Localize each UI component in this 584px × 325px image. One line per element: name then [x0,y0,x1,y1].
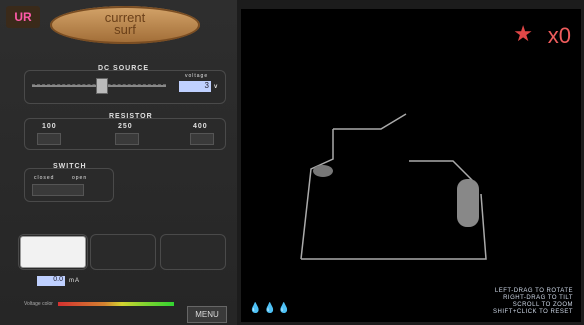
resistor-100-label: 100 [42,123,57,130]
circuit-svg [300,113,487,260]
voltage-label: voltage [185,73,209,79]
switch-title: SWITCH [53,163,87,170]
help-line-1: LEFT-DRAG TO ROTATE [494,288,573,294]
resistor-250-button[interactable] [115,133,139,145]
title-surfboard: current surf [50,6,200,44]
voltage-input[interactable]: 3 [179,81,211,92]
help-line-3: SCROLL TO ZOOM [512,302,573,308]
menu-button[interactable]: MENU [187,306,227,323]
wire-left [300,129,334,260]
voltage-color-label: Voltage color [24,301,53,307]
lives-icons: 💧💧💧 [249,303,293,314]
dc-source-title: DC SOURCE [98,65,150,72]
app-logo: UR [6,6,40,28]
controls-help: LEFT-DRAG TO ROTATE RIGHT-DRAG TO TILT S… [493,288,573,316]
help-line-2: RIGHT-DRAG TO TILT [503,295,573,301]
meter-slot-3 [160,234,226,270]
switch-toggle[interactable] [32,184,84,196]
ammeter-reading: 0.0 [37,276,65,286]
ammeter-gauge [20,236,86,268]
starfish-count: x0 [547,23,571,48]
ammeter-unit: mA [69,278,80,284]
switch-open-label: open [72,175,88,181]
resistor-250-label: 250 [118,123,133,130]
battery-shape [313,165,333,177]
meter-slot-2 [90,234,156,270]
voltage-slider[interactable] [32,78,166,94]
resistor-100-button[interactable] [37,133,61,145]
resistor-400-label: 400 [193,123,208,130]
title-line-2: surf [114,22,136,37]
wire-top [333,113,407,130]
voltage-unit: v [214,84,219,90]
switch-closed-label: closed [34,175,55,181]
slider-thumb[interactable] [96,78,108,94]
starfish-icon: ★ [513,21,533,46]
resistor-400-button[interactable] [190,133,214,145]
help-line-4: SHIFT+CLICK TO RESET [493,309,573,315]
control-panel: UR current surf DC SOURCE voltage 3 v RE… [0,0,237,325]
resistor-title: RESISTOR [109,113,153,120]
circuit-scene[interactable]: ★ x0 💧💧💧 LEFT-DRAG TO ROTATE RIGHT-DRAG … [241,9,581,322]
voltage-color-bar [58,302,174,306]
resistor-shape [457,179,479,227]
